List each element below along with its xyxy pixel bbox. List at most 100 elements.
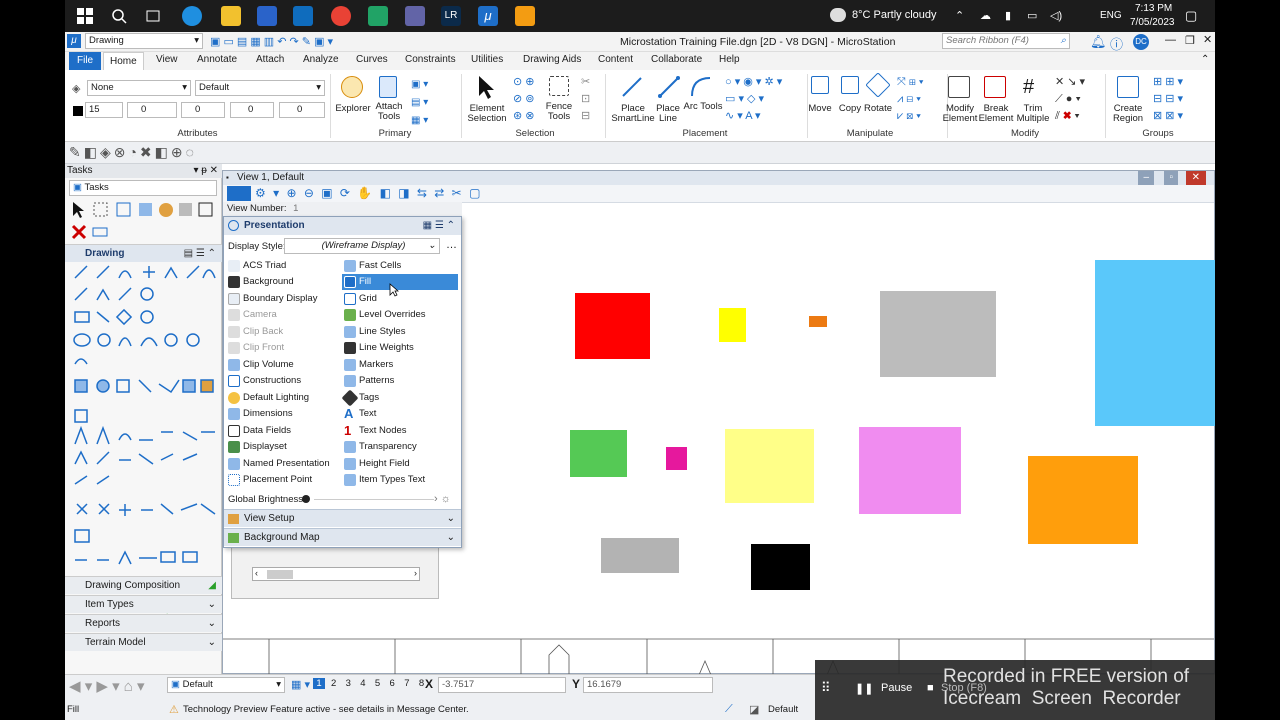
view-control-icons[interactable]: ⚙ ▾ ⊕ ⊖ ▣ ⟳ ✋ ◧ ◨ ⇆ ⇄ ✂ ▢ xyxy=(255,186,482,200)
view-minimize-button[interactable]: – xyxy=(1138,171,1154,185)
pink-rectangle[interactable] xyxy=(859,427,961,514)
manipulate-small-icons[interactable]: ⤧ ⊞ ▾ ⩘ ⊟ ▾ ⩗ ⊠ ▾ xyxy=(897,74,924,125)
markers-toggle[interactable]: Markers xyxy=(342,357,458,373)
x-coordinate-field[interactable]: -3.7517 xyxy=(438,677,566,693)
groups-small-icons[interactable]: ⊞ ⊞ ▾ ⊟ ⊟ ▾ ⊠ ⊠ ▾ xyxy=(1153,74,1183,125)
view-button-4[interactable]: 4 xyxy=(357,678,369,689)
tab-annotate[interactable]: Annotate xyxy=(197,54,237,65)
attach-tools-button[interactable]: Attach Tools xyxy=(369,102,409,122)
tab-attach[interactable]: Attach xyxy=(256,54,284,65)
stop-icon[interactable]: ■ xyxy=(927,682,934,694)
workspace-select[interactable]: Drawing ▾ xyxy=(85,33,203,49)
create-region-button[interactable]: Create Region xyxy=(1108,104,1148,124)
search-ribbon-input[interactable]: Search Ribbon (F4) ⌕ xyxy=(942,33,1070,49)
rotate-icon[interactable] xyxy=(865,72,891,98)
windows-start-icon[interactable] xyxy=(75,6,95,26)
color-swatch[interactable] xyxy=(73,106,83,116)
copy-button[interactable]: Copy xyxy=(835,104,865,114)
view-setup-header[interactable]: View Setup ⌄ xyxy=(224,509,461,527)
constructions-toggle[interactable]: Constructions xyxy=(226,373,301,389)
break-element-button[interactable]: Break Element xyxy=(976,104,1016,124)
tags-toggle[interactable]: Tags xyxy=(341,389,458,407)
y-coordinate-field[interactable]: 16.1679 xyxy=(583,677,713,693)
view-button-5[interactable]: 5 xyxy=(372,678,384,689)
brightness-slider-thumb[interactable] xyxy=(302,495,310,503)
move-button[interactable]: Move xyxy=(805,104,835,114)
scroll-left-icon[interactable]: ‹ xyxy=(255,568,258,578)
view-attribute-icons[interactable]: ✎◧◈⊗◔✖◧⊕◌ xyxy=(69,144,197,161)
transparency-select[interactable]: 0 xyxy=(230,102,274,118)
pause-icon[interactable]: ❚❚ xyxy=(855,682,873,695)
copy-icon[interactable] xyxy=(841,76,859,94)
status-level[interactable]: Default xyxy=(768,704,798,715)
collapse-ribbon-icon[interactable]: ⌃ xyxy=(1201,54,1209,65)
fence-icon[interactable] xyxy=(549,76,569,96)
horizontal-scrollbar[interactable]: ‹ › xyxy=(252,567,420,581)
text-nodes-toggle[interactable]: 1 Text Nodes xyxy=(342,423,458,439)
fill-toggle[interactable]: Fill xyxy=(342,274,458,290)
help-icon[interactable]: ⓘ xyxy=(1110,34,1123,53)
camera-toggle[interactable]: Camera xyxy=(226,307,277,323)
named-presentation-toggle[interactable]: Named Presentation xyxy=(226,456,330,472)
level-select[interactable]: None ▾ xyxy=(87,80,191,96)
lineweight-select[interactable]: 0 xyxy=(181,102,225,118)
lr-app-icon[interactable]: LR xyxy=(441,6,461,26)
orange-small-rectangle[interactable] xyxy=(809,316,827,327)
item-types-header[interactable]: Item Types ⌄ xyxy=(65,595,222,613)
clock-date[interactable]: 7/05/2023 xyxy=(1130,17,1175,28)
place-smartline-button[interactable]: Place SmartLine xyxy=(611,104,655,124)
close-icon[interactable]: ▾ ᵽ ✕ xyxy=(193,164,218,178)
primary-small-tools-icons[interactable]: ▣ ▾ ▤ ▾ ▦ ▾ xyxy=(411,76,428,130)
teams-icon[interactable] xyxy=(405,6,425,26)
task-view-icon[interactable] xyxy=(143,6,163,26)
view-button-6[interactable]: 6 xyxy=(386,678,398,689)
scroll-thumb[interactable] xyxy=(267,570,293,579)
tab-curves[interactable]: Curves xyxy=(356,54,388,65)
acs-triad-toggle[interactable]: ACS Triad xyxy=(226,258,286,274)
explorer-button[interactable]: Explorer xyxy=(333,104,373,114)
green-rectangle[interactable] xyxy=(570,430,627,477)
edge-icon[interactable] xyxy=(182,6,202,26)
excel-icon[interactable] xyxy=(368,6,388,26)
place-line-button[interactable]: Place Line xyxy=(653,104,683,124)
chrome-icon[interactable] xyxy=(331,6,351,26)
modify-element-button[interactable]: Modify Element xyxy=(940,104,980,124)
orange-rectangle[interactable] xyxy=(1028,456,1138,544)
tasks-select[interactable]: ▣ Tasks xyxy=(69,180,217,196)
transparency-toggle[interactable]: Transparency xyxy=(342,439,458,455)
outlook-icon[interactable] xyxy=(293,6,313,26)
fence-tools-button[interactable]: Fence Tools xyxy=(539,102,579,122)
patterns-toggle[interactable]: Patterns xyxy=(342,373,458,389)
magenta-rectangle[interactable] xyxy=(666,447,687,470)
lock-icon[interactable]: ◪ xyxy=(749,703,759,716)
dimensions-toggle[interactable]: Dimensions xyxy=(226,406,293,422)
tab-utilities[interactable]: Utilities xyxy=(471,54,503,65)
linestyle-select[interactable]: 0 xyxy=(127,102,177,118)
arc-tools-button[interactable]: Arc Tools xyxy=(683,102,723,112)
view-button-1[interactable]: 1 xyxy=(313,678,325,689)
trim-multiple-button[interactable]: Trim Multiple xyxy=(1013,104,1053,124)
selection-small-icons[interactable]: ⊙ ⊕ ⊘ ⊚ ⊛ ⊗ xyxy=(513,74,535,125)
light-yellow-rectangle[interactable] xyxy=(725,429,814,503)
explorer-icon[interactable] xyxy=(341,76,363,98)
onedrive-icon[interactable]: ☁ xyxy=(980,9,991,22)
view-restore-button[interactable]: ▫ xyxy=(1164,171,1178,185)
tab-file[interactable]: File xyxy=(69,52,102,70)
element-selection-button[interactable]: Element Selection xyxy=(465,104,509,124)
clip-front-toggle[interactable]: Clip Front xyxy=(226,340,284,356)
display-style-select[interactable]: (Wireframe Display) ⌄ xyxy=(284,238,440,254)
terrain-model-header[interactable]: Terrain Model ⌄ xyxy=(65,633,222,651)
clip-volume-toggle[interactable]: Clip Volume xyxy=(226,357,294,373)
view-button-3[interactable]: 3 xyxy=(342,678,354,689)
search-icon[interactable] xyxy=(109,6,129,26)
tab-help[interactable]: Help xyxy=(719,54,740,65)
snap-icon[interactable]: ⟋ xyxy=(725,703,733,716)
clock-time[interactable]: 7:13 PM xyxy=(1135,3,1172,14)
tab-constraints[interactable]: Constraints xyxy=(405,54,456,65)
pause-button[interactable]: Pause xyxy=(881,682,912,694)
black-rectangle[interactable] xyxy=(751,544,810,590)
background-toggle[interactable]: Background xyxy=(226,274,294,290)
scroll-right-icon[interactable]: › xyxy=(414,568,417,578)
arc-icon[interactable] xyxy=(690,76,712,98)
quick-access-icons[interactable]: ▣ ▭ ▤ ▦ ▥ ↶ ↷ ✎ ▣ ▾ xyxy=(210,35,333,48)
